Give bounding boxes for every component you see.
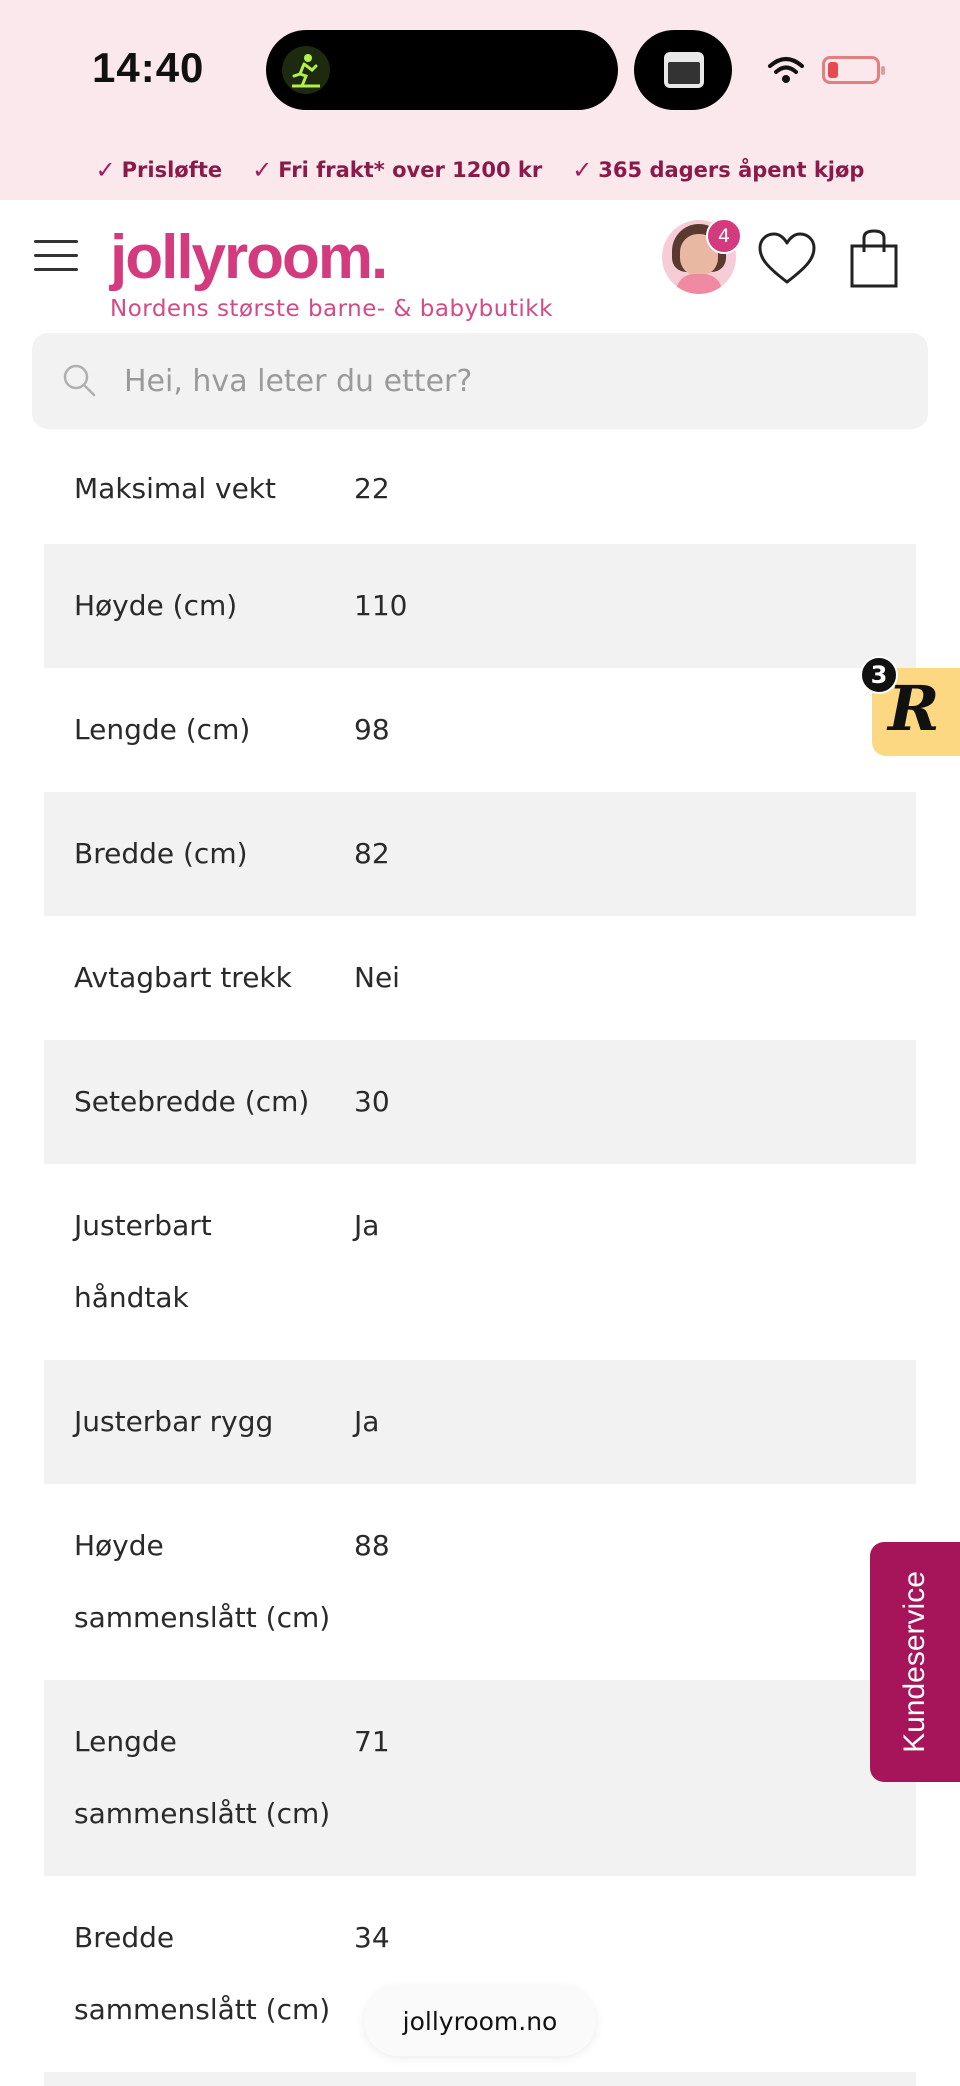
picture-in-picture-icon[interactable] <box>634 30 732 110</box>
spec-value: 82 <box>354 837 390 870</box>
site-header: jollyroom. Nordens største barne- & baby… <box>0 200 960 330</box>
check-icon: ✓ <box>252 156 273 184</box>
spec-label: Setebredde (cm) <box>74 1085 310 1118</box>
spec-label: Justerbart håndtak <box>74 1209 212 1314</box>
usp-bar: ✓ Prisløfte ✓ Fri frakt* over 1200 kr ✓ 365… <box>0 140 960 200</box>
table-row: Høyde sammenslått (cm) 88 <box>44 1484 916 1680</box>
spec-value: Nei <box>354 961 400 994</box>
spec-label: Høyde (cm) <box>74 589 238 622</box>
check-icon: ✓ <box>95 156 116 184</box>
spec-value: 110 <box>354 589 408 622</box>
fitness-activity-icon <box>282 46 330 94</box>
specifications-table: Maksimal vekt 22 Høyde (cm) 110 Lengde (… <box>44 434 916 2086</box>
customer-service-button[interactable]: Kundeservice <box>870 1542 960 1782</box>
spec-value: Ja <box>354 1209 380 1242</box>
shopping-bag-icon[interactable] <box>848 228 900 290</box>
spec-value: 71 <box>354 1725 390 1758</box>
usp-item: ✓ Prisløfte <box>95 156 223 184</box>
table-row: Setebredde (cm) 30 <box>44 1040 916 1164</box>
table-row: Lengde (cm) 98 <box>44 668 916 792</box>
spec-value: Ja <box>354 1405 380 1438</box>
site-tagline: Nordens største barne- & babybutikk <box>110 296 553 322</box>
usp-item: ✓ 365 dagers åpent kjøp <box>572 156 865 184</box>
spec-value: 98 <box>354 713 390 746</box>
spec-label: Høyde sammenslått (cm) <box>74 1529 331 1634</box>
spec-label: Bredde (cm) <box>74 837 248 870</box>
spec-label: Lengde (cm) <box>74 713 251 746</box>
site-logo[interactable]: jollyroom. <box>110 222 388 293</box>
table-row: Justerbart håndtak Ja <box>44 1164 916 1360</box>
search-bar <box>32 333 928 429</box>
heart-icon[interactable] <box>756 230 818 288</box>
wifi-icon <box>768 57 804 83</box>
search-icon <box>63 364 96 397</box>
reviews-count-badge: 3 <box>860 656 898 694</box>
table-row: Lengde sammenslått (cm) 71 <box>44 1680 916 1876</box>
spec-label: Avtagbart trekk <box>74 961 292 994</box>
check-icon: ✓ <box>572 156 593 184</box>
notification-badge: 4 <box>706 218 742 254</box>
spec-label: Bredde sammenslått (cm) <box>74 1921 331 2026</box>
spec-label: Justerbar rygg <box>74 1405 274 1438</box>
table-row: Maksimal vekt 22 <box>44 434 916 544</box>
browser-url-bar[interactable]: jollyroom.no <box>364 1986 596 2056</box>
battery-low-icon <box>822 56 885 84</box>
dynamic-island <box>266 30 618 110</box>
table-row: Bredde (cm) 82 <box>44 792 916 916</box>
table-row: Høyde (cm) 110 <box>44 544 916 668</box>
spec-label: Lengde sammenslått (cm) <box>74 1725 331 1830</box>
status-time: 14:40 <box>92 44 205 91</box>
table-row: Avtagbart trekk Nei <box>44 916 916 1040</box>
customer-service-label: Kundeservice <box>898 1571 931 1753</box>
spec-value: 30 <box>354 1085 390 1118</box>
table-row <box>44 2072 916 2086</box>
hamburger-menu-icon[interactable] <box>34 240 78 272</box>
spec-label: Maksimal vekt <box>74 472 277 505</box>
spec-value: 22 <box>354 472 390 505</box>
table-row: Justerbar rygg Ja <box>44 1360 916 1484</box>
status-bar: 14:40 <box>0 0 960 140</box>
spec-value: 88 <box>354 1529 390 1562</box>
search-input[interactable] <box>124 353 904 409</box>
usp-item: ✓ Fri frakt* over 1200 kr <box>252 156 543 184</box>
